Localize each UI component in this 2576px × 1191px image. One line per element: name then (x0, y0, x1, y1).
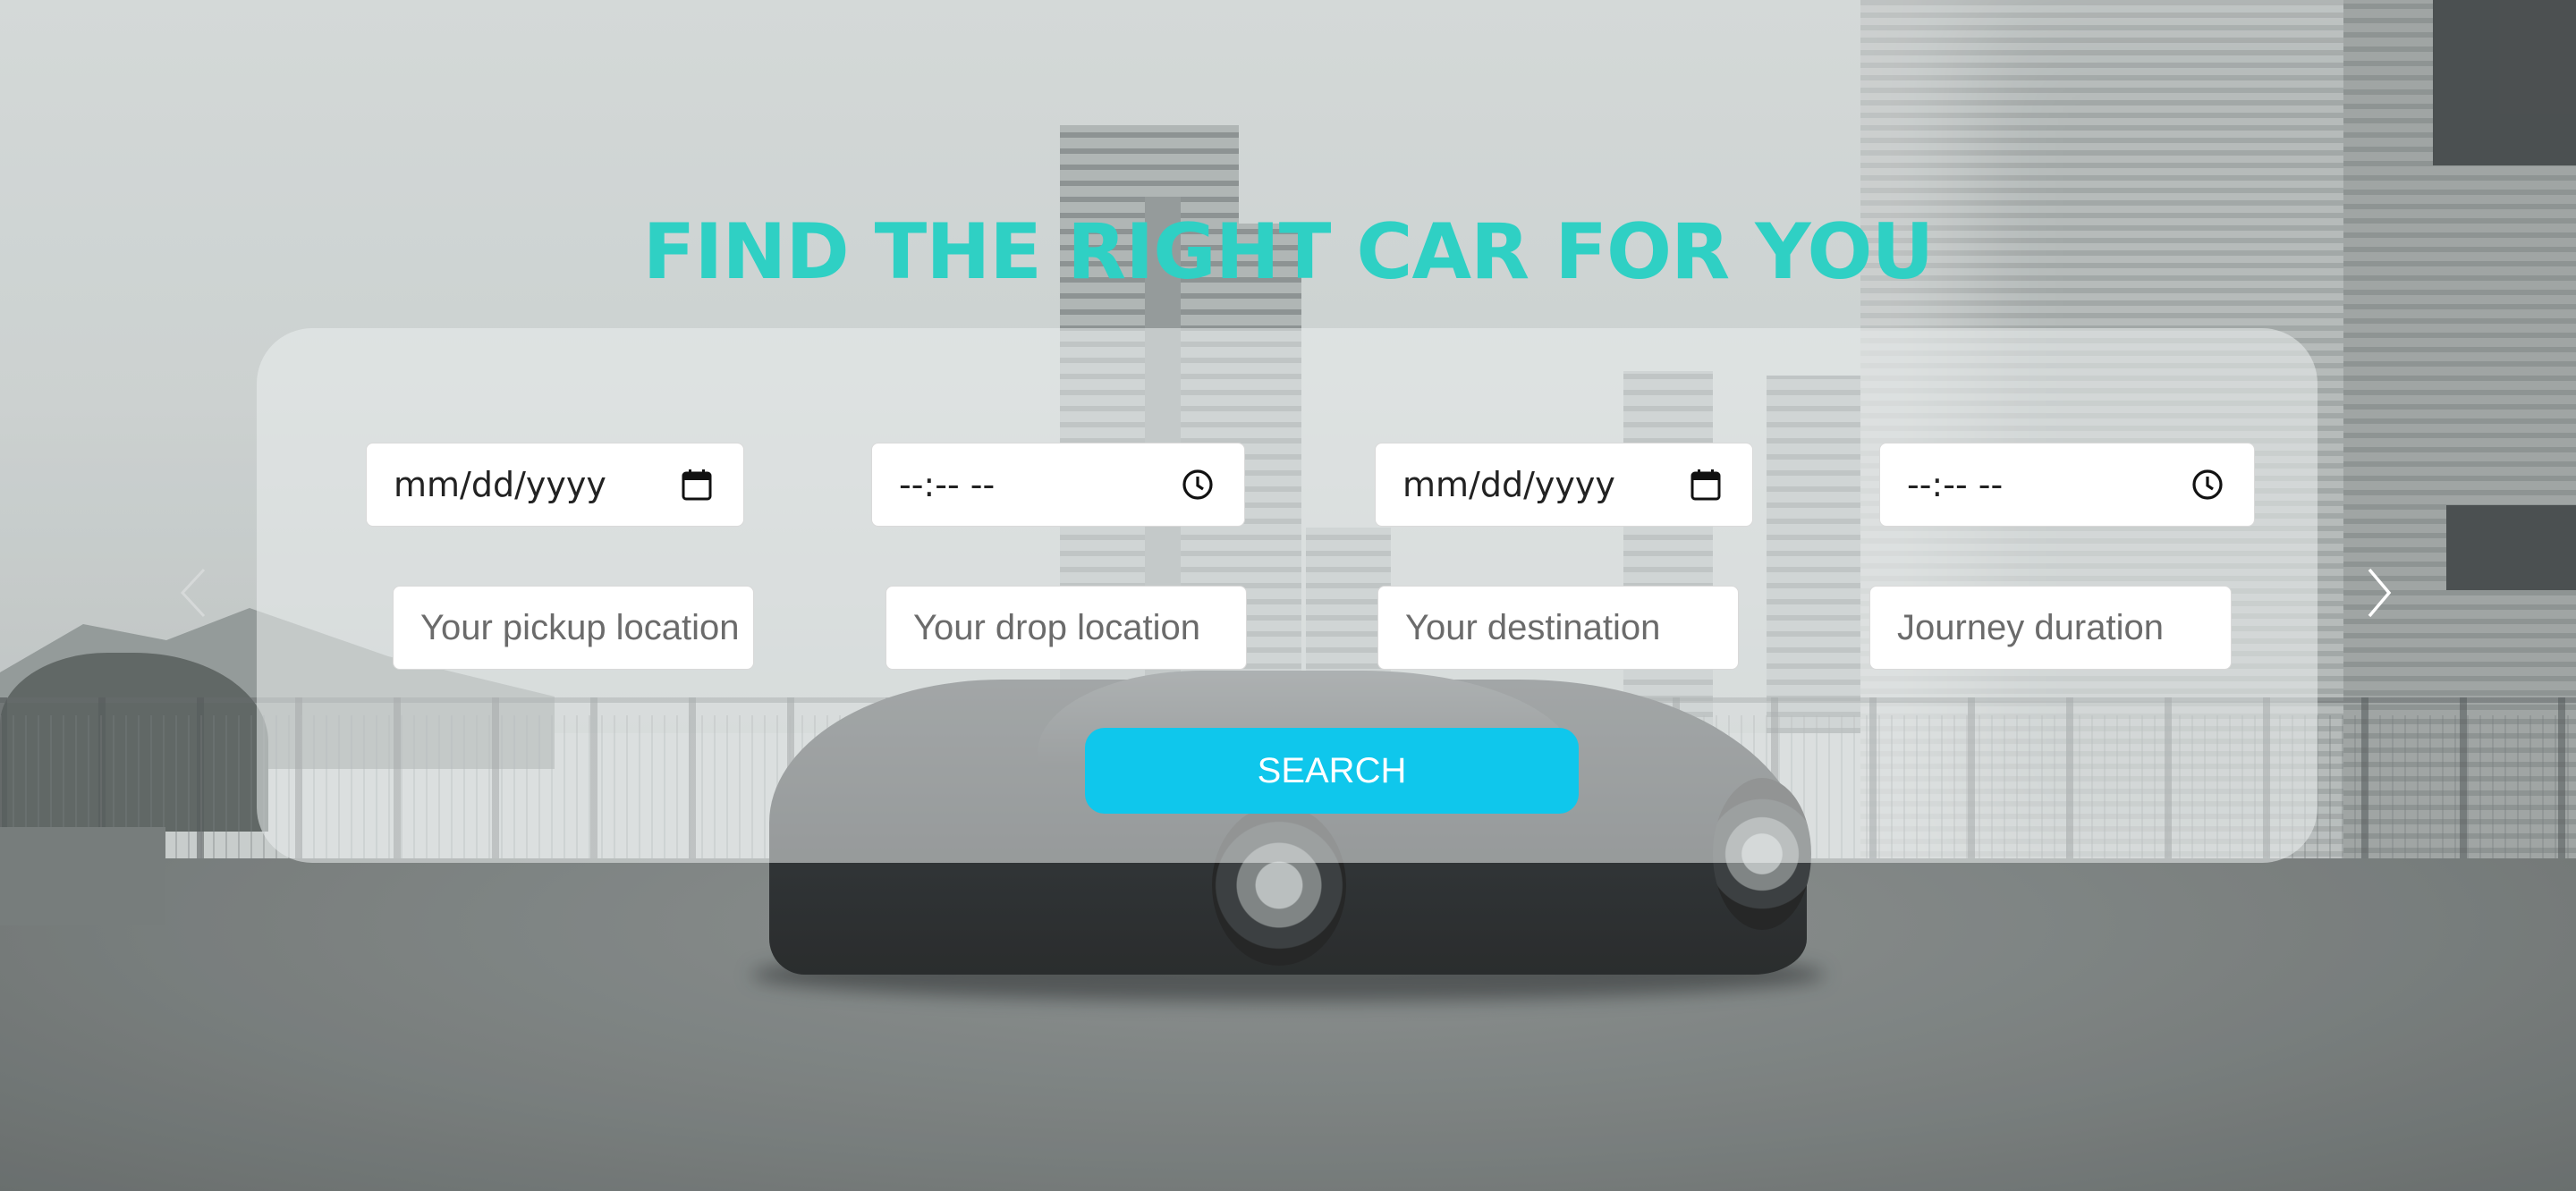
calendar-icon[interactable] (679, 467, 715, 503)
return-date-value: mm/dd/yyyy (1402, 465, 1615, 504)
carousel-prev-button[interactable] (165, 559, 219, 630)
return-time-input[interactable]: --:-- -- (1879, 443, 2255, 527)
chevron-right-icon (2364, 566, 2394, 624)
pickup-time-input[interactable]: --:-- -- (871, 443, 1245, 527)
clock-icon[interactable] (2190, 467, 2225, 503)
journey-duration-input[interactable] (1869, 586, 2232, 670)
pickup-date-input[interactable]: mm/dd/yyyy (366, 443, 744, 527)
chevron-left-icon (177, 566, 208, 624)
search-button[interactable]: SEARCH (1085, 728, 1579, 814)
return-time-value: --:-- -- (1907, 465, 2004, 504)
drop-location-input[interactable] (886, 586, 1247, 670)
calendar-icon[interactable] (1688, 467, 1724, 503)
pickup-date-value: mm/dd/yyyy (394, 465, 606, 504)
page-title: FIND THE RIGHT CAR FOR YOU (642, 207, 1935, 297)
pickup-location-input[interactable] (393, 586, 754, 670)
pickup-time-value: --:-- -- (899, 465, 996, 504)
return-date-input[interactable]: mm/dd/yyyy (1375, 443, 1753, 527)
destination-input[interactable] (1377, 586, 1739, 670)
carousel-next-button[interactable] (2352, 559, 2406, 630)
clock-icon[interactable] (1180, 467, 1216, 503)
